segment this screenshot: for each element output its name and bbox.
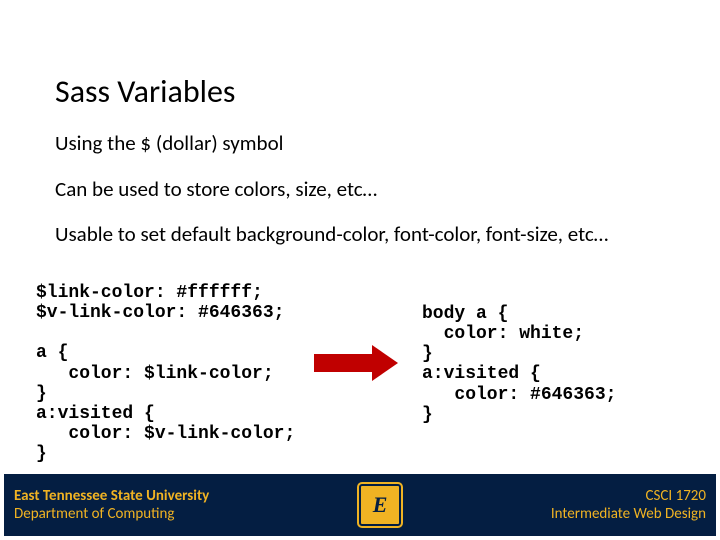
slide-footer: East Tennessee State University Departme… xyxy=(4,474,716,536)
arrow-head xyxy=(372,345,398,381)
course-code: CSCI 1720 xyxy=(551,487,706,505)
code-block-css: body a { color: white; } a:visited { col… xyxy=(422,304,616,425)
arrow-body xyxy=(314,354,374,372)
footer-right: CSCI 1720 Intermediate Web Design xyxy=(551,487,706,523)
slide-title: Sass Variables xyxy=(55,72,235,111)
course-name: Intermediate Web Design xyxy=(551,505,706,523)
department-name: Department of Computing xyxy=(14,505,209,523)
arrow-icon xyxy=(314,345,402,381)
bullet-1: Using the $ (dollar) symbol xyxy=(55,130,283,156)
code-block-sass: $link-color: #ffffff; $v-link-color: #64… xyxy=(36,283,295,464)
university-name: East Tennessee State University xyxy=(14,487,209,505)
slide: Sass Variables Using the $ (dollar) symb… xyxy=(0,0,720,540)
bullet-3: Usable to set default background-color, … xyxy=(55,222,665,246)
bullet-2: Can be used to store colors, size, etc… xyxy=(55,176,377,202)
etsu-logo-icon: E xyxy=(359,484,401,526)
footer-left: East Tennessee State University Departme… xyxy=(14,487,209,523)
footer-center: E xyxy=(359,484,401,526)
